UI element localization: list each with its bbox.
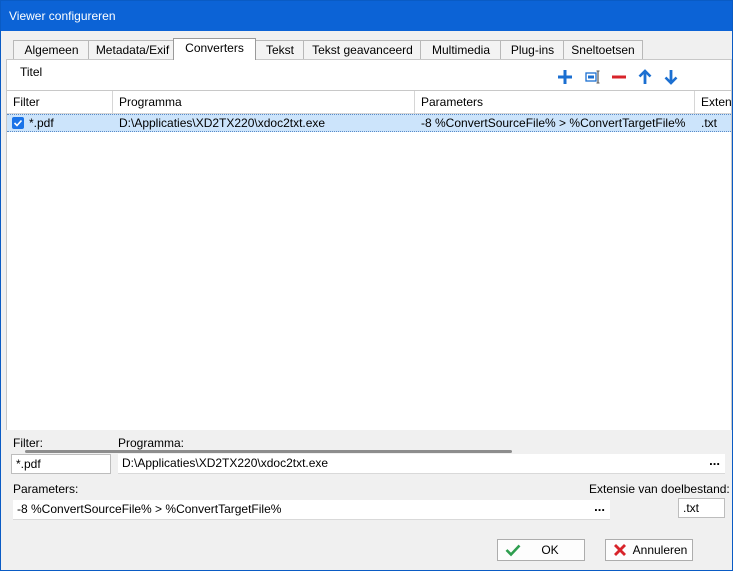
cancel-button[interactable]: Annuleren: [605, 539, 693, 561]
parameters-label: Parameters:: [13, 482, 79, 496]
programma-field[interactable]: D:\Applicaties\XD2TX220\xdoc2txt.exe ...: [118, 454, 725, 474]
window-title: Viewer configureren: [9, 9, 116, 23]
horizontal-scrollbar[interactable]: [25, 450, 512, 453]
filter-label: Filter:: [13, 436, 43, 450]
cancel-label: Annuleren: [632, 543, 688, 557]
titel-label: Titel: [20, 65, 43, 79]
tab-multimedia[interactable]: Multimedia: [420, 40, 502, 59]
cell-extensie: .txt: [701, 116, 718, 130]
tab-tekst-geavanceerd[interactable]: Tekst geavanceerd: [303, 40, 422, 59]
converters-grid[interactable]: Filter Programma Parameters Exten *.pdf …: [7, 90, 731, 453]
filter-field[interactable]: *.pdf: [11, 454, 111, 474]
parameters-value: -8 %ConvertSourceFile% > %ConvertTargetF…: [17, 502, 282, 516]
dialog-window: Viewer configureren Algemeen Metadata/Ex…: [0, 0, 733, 571]
column-header-extensie[interactable]: Exten: [695, 91, 731, 113]
programma-label: Programma:: [118, 436, 185, 450]
table-row[interactable]: *.pdf D:\Applicaties\XD2TX220\xdoc2txt.e…: [7, 114, 731, 132]
cell-filter: *.pdf: [29, 116, 54, 130]
title-bar[interactable]: Viewer configureren: [1, 1, 732, 31]
arrow-up-icon[interactable]: [637, 69, 653, 85]
remove-icon[interactable]: [611, 69, 627, 85]
extensie-label: Extensie van doelbestand:: [589, 482, 730, 496]
tab-sneltoetsen[interactable]: Sneltoetsen: [563, 40, 643, 59]
tab-metadata-exif[interactable]: Metadata/Exif: [88, 40, 177, 59]
parameters-field[interactable]: -8 %ConvertSourceFile% > %ConvertTargetF…: [13, 500, 610, 520]
ok-label: OK: [541, 543, 559, 557]
ok-button[interactable]: OK: [497, 539, 585, 561]
extensie-field[interactable]: .txt: [678, 498, 725, 518]
add-icon[interactable]: [557, 69, 573, 85]
programma-value: D:\Applicaties\XD2TX220\xdoc2txt.exe: [122, 456, 329, 470]
parameters-browse-button[interactable]: ...: [594, 500, 605, 518]
column-header-filter[interactable]: Filter: [7, 91, 113, 113]
tab-algemeen[interactable]: Algemeen: [13, 40, 90, 59]
cell-parameters: -8 %ConvertSourceFile% > %ConvertTargetF…: [421, 116, 686, 130]
cell-programma: D:\Applicaties\XD2TX220\xdoc2txt.exe: [119, 116, 326, 130]
grid-header: Filter Programma Parameters Exten: [7, 91, 731, 114]
tab-converters[interactable]: Converters: [173, 38, 256, 60]
arrow-down-icon[interactable]: [663, 69, 679, 85]
column-header-parameters[interactable]: Parameters: [415, 91, 695, 113]
rename-icon[interactable]: [585, 69, 601, 85]
tab-plug-ins[interactable]: Plug-ins: [500, 40, 565, 59]
tab-tekst[interactable]: Tekst: [255, 40, 305, 59]
column-header-programma[interactable]: Programma: [113, 91, 415, 113]
programma-browse-button[interactable]: ...: [709, 454, 720, 472]
converters-panel: Titel Filter Programma Parameters Exten …: [6, 59, 732, 453]
